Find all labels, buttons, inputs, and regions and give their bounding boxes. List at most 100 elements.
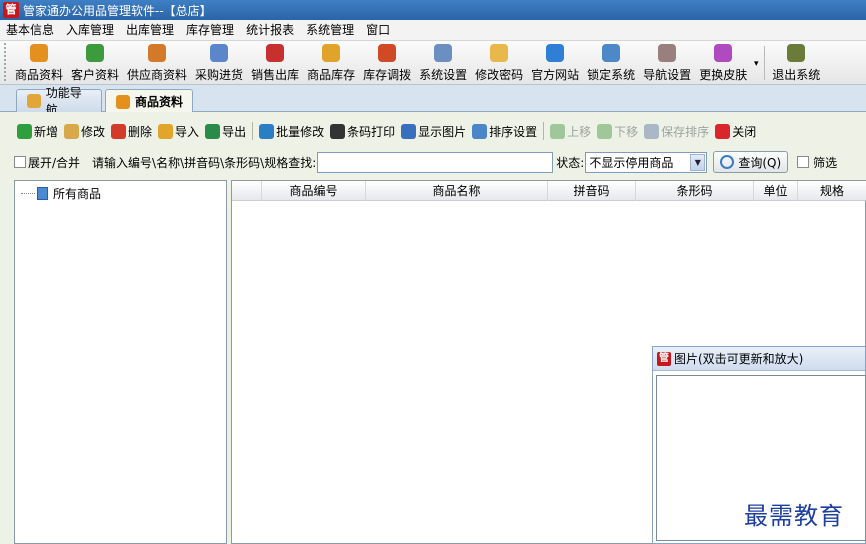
toolbar-button-label: 客户资料 — [71, 68, 120, 82]
col-pinyin[interactable]: 拼音码 — [548, 181, 636, 201]
toolbar-separator — [764, 46, 766, 80]
action-label: 条码打印 — [347, 124, 396, 139]
action-separator — [252, 122, 254, 140]
toolbar-button-label: 商品库存 — [307, 68, 356, 82]
stock-icon — [322, 44, 341, 62]
toolbar-button-navigation[interactable]: 导航设置 — [639, 41, 695, 83]
barcode-icon — [330, 123, 346, 139]
barcode-button[interactable]: 条码打印 — [327, 120, 398, 142]
import-button[interactable]: 导入 — [155, 120, 202, 142]
query-label: 查询(Q) — [738, 155, 782, 170]
toolbar-button-transfer[interactable]: 库存调拨 — [359, 41, 415, 83]
delete-icon — [111, 123, 127, 139]
import-icon — [158, 123, 174, 139]
move-up-button[interactable]: 上移 — [547, 120, 594, 142]
sort-button[interactable]: 排序设置 — [469, 120, 540, 142]
image-icon — [401, 123, 417, 139]
col-goods-name[interactable]: 商品名称 — [366, 181, 548, 201]
menu-basic-info[interactable]: 基本信息 — [0, 20, 60, 41]
menu-reports[interactable]: 统计报表 — [240, 20, 300, 41]
supplier-icon — [148, 44, 167, 62]
add-icon — [17, 123, 32, 139]
action-label: 导出 — [222, 124, 247, 139]
col-goods-code[interactable]: 商品编号 — [262, 181, 366, 201]
tab-goods-info[interactable]: 商品资料 — [105, 89, 193, 113]
close-button[interactable]: 关闭 — [712, 120, 759, 142]
save-button[interactable]: 保存排序 — [641, 120, 712, 142]
menu-inventory[interactable]: 库存管理 — [180, 20, 240, 41]
toolbar-button-password[interactable]: 修改密码 — [471, 41, 527, 83]
toolbar-button-settings[interactable]: 系统设置 — [415, 41, 471, 83]
toolbar-button-sales[interactable]: 销售出库 — [247, 41, 303, 83]
delete-button[interactable]: 删除 — [108, 120, 155, 142]
image-window-header[interactable]: 管 图片(双击可更新和放大) — [653, 347, 865, 371]
tree-node-all-goods[interactable]: 所有商品 — [21, 185, 101, 202]
toolbar-button-purchase[interactable]: 采购进货 — [191, 41, 247, 83]
goods-icon — [30, 44, 48, 62]
main-toolbar: 商品资料 客户资料 供应商资料 采购进货 销售出库 商品库存 库存调拨 系统设置 修改密码 官方网… — [0, 41, 866, 85]
col-barcode[interactable]: 条形码 — [636, 181, 754, 201]
toolbar-button-label: 系统设置 — [419, 68, 468, 82]
toolbar-button-label: 修改密码 — [475, 68, 524, 82]
toolbar-button-label: 销售出库 — [251, 68, 300, 82]
save-icon — [644, 123, 660, 139]
menu-system[interactable]: 系统管理 — [300, 20, 360, 41]
toolbar-grip[interactable] — [4, 43, 9, 81]
toolbar-button-customers[interactable]: 客户资料 — [67, 41, 123, 83]
category-tree[interactable]: 所有商品 — [14, 180, 227, 544]
expand-collapse-label: 展开/合并 — [28, 155, 81, 170]
move-down-button[interactable]: 下移 — [594, 120, 641, 142]
toolbar-button-supplier[interactable]: 供应商资料 — [123, 41, 191, 83]
app-logo-icon: 管 — [657, 351, 671, 366]
toolbar-button-label: 供应商资料 — [127, 68, 188, 82]
toolbar-button-stock[interactable]: 商品库存 — [303, 41, 359, 83]
transfer-icon — [378, 44, 397, 62]
menu-inbound[interactable]: 入库管理 — [60, 20, 120, 41]
expand-collapse-checkbox[interactable] — [14, 156, 26, 168]
image-button[interactable]: 显示图片 — [398, 120, 469, 142]
menu-outbound[interactable]: 出库管理 — [120, 20, 180, 41]
close-icon — [715, 123, 731, 139]
action-label: 批量修改 — [276, 124, 325, 139]
export-button[interactable]: 导出 — [202, 120, 249, 142]
action-separator — [543, 122, 545, 140]
action-label: 关闭 — [732, 124, 757, 139]
toolbar-button-goods[interactable]: 商品资料 — [11, 41, 67, 83]
title-bar: 管 管家通办公用品管理软件--【总店】 — [0, 0, 866, 20]
home-icon — [27, 94, 41, 108]
app-logo-icon: 管 — [3, 2, 19, 18]
chevron-down-icon[interactable]: ▼ — [690, 153, 706, 171]
action-label: 显示图片 — [418, 124, 467, 139]
row-indicator-header — [232, 181, 262, 201]
col-unit[interactable]: 单位 — [754, 181, 798, 201]
action-label: 下移 — [614, 124, 639, 139]
menu-window[interactable]: 窗口 — [360, 20, 396, 41]
password-icon — [490, 44, 509, 62]
book-icon — [37, 187, 48, 200]
filter-checkbox[interactable] — [797, 156, 810, 168]
toolbar-button-label: 库存调拨 — [363, 68, 412, 82]
settings-icon — [434, 44, 453, 62]
toolbar-button-label: 商品资料 — [15, 68, 64, 82]
edit-icon — [64, 123, 80, 139]
action-label: 新增 — [34, 124, 59, 139]
tab-function-nav[interactable]: 功能导航 — [16, 86, 102, 117]
add-button[interactable]: 新增 — [14, 120, 61, 142]
query-button[interactable]: 查询(Q) — [713, 151, 789, 173]
batch-edit-button[interactable]: 批量修改 — [256, 120, 327, 142]
exit-system-button[interactable]: 退出系统 — [768, 41, 824, 83]
ie-browser-icon — [546, 44, 565, 62]
col-spec[interactable]: 规格 — [798, 181, 866, 201]
tab-strip: 功能导航 商品资料 — [0, 85, 866, 117]
status-select[interactable]: 不显示停用商品 ▼ — [585, 151, 708, 173]
watermark: 最需教育 — [744, 502, 844, 530]
action-label: 修改 — [81, 124, 106, 139]
toolbar-button-lock[interactable]: 锁定系统 — [583, 41, 639, 83]
search-prompt: 请输入编号\名称\拼音码\条形码\规格查找: — [92, 155, 317, 170]
toolbar-button-skin[interactable]: 更换皮肤 — [695, 41, 751, 83]
toolbar-overflow-icon[interactable]: ▾ — [751, 44, 761, 84]
search-input[interactable] — [317, 151, 554, 173]
toolbar-button-ie-browser[interactable]: 官方网站 — [527, 41, 583, 83]
toolbar-button-label: 锁定系统 — [587, 68, 636, 82]
edit-button[interactable]: 修改 — [61, 120, 108, 142]
